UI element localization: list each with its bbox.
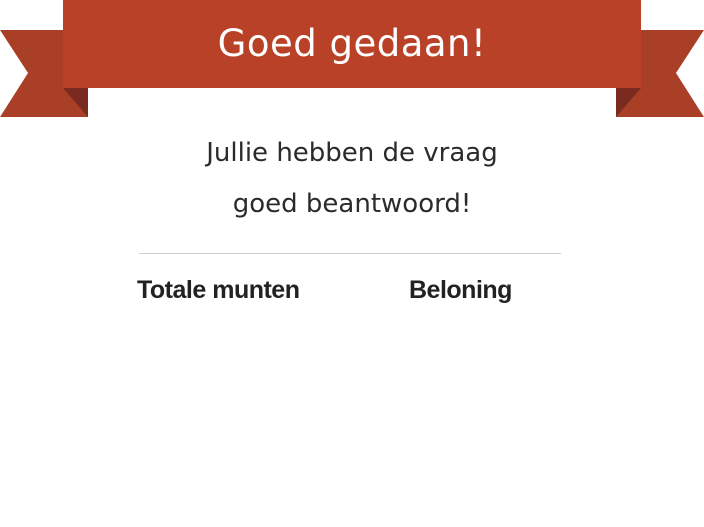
divider <box>139 253 561 254</box>
dialog-title: Goed gedaan! <box>217 21 487 65</box>
title-ribbon: Goed gedaan! <box>0 0 704 120</box>
reward-label: Beloning <box>409 276 512 304</box>
message-line-1: Jullie hebben de vraag <box>206 138 498 168</box>
message-line-2: goed beantwoord! <box>232 189 472 219</box>
ribbon-band: Goed gedaan! <box>63 0 641 88</box>
total-coins-label: Totale munten <box>137 276 300 304</box>
result-message: Jullie hebben de vraag goed beantwoord! <box>0 128 704 230</box>
